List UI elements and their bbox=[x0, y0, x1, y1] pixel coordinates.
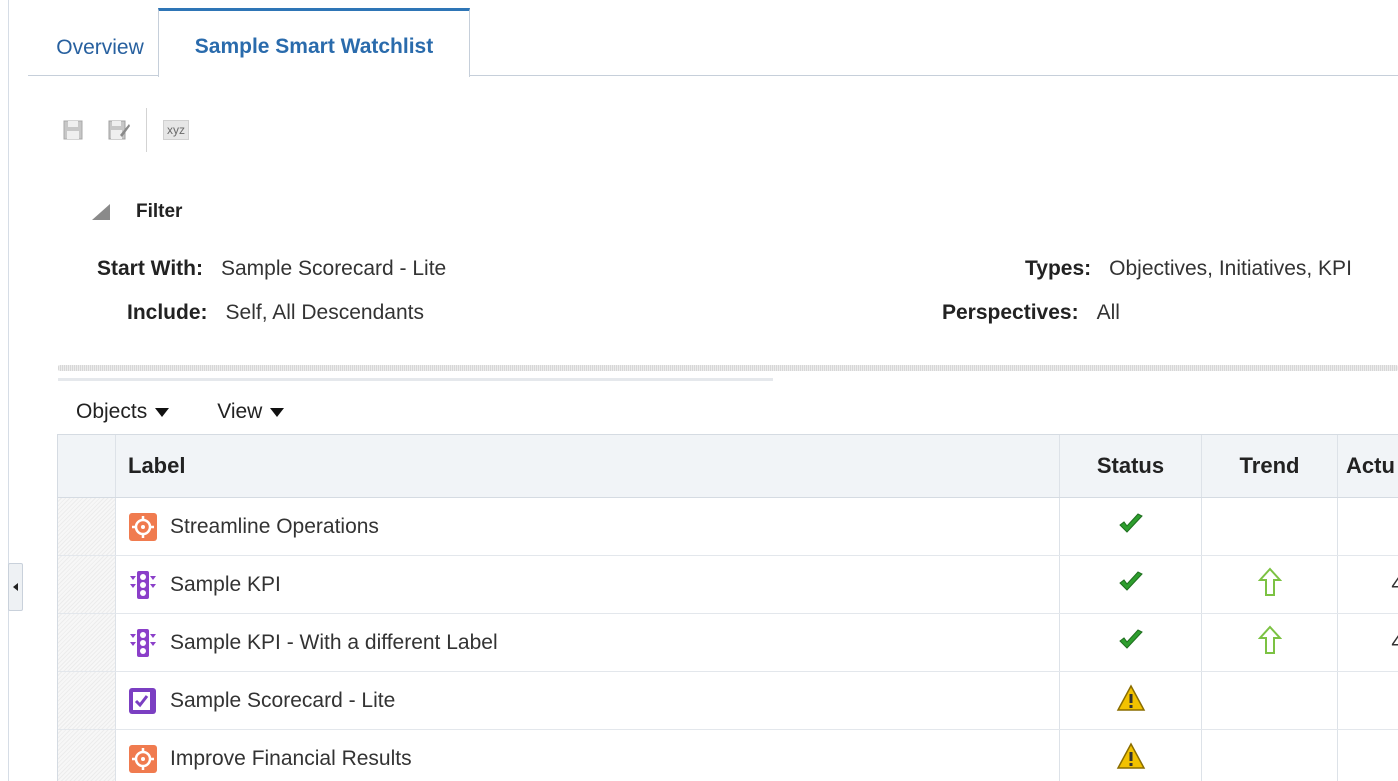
types-label: Types: bbox=[1025, 257, 1092, 280]
table-row[interactable]: Sample Scorecard - Lite bbox=[58, 672, 1398, 730]
trend-cell bbox=[1202, 614, 1338, 671]
actual-cell bbox=[1338, 672, 1398, 729]
save-button[interactable] bbox=[60, 117, 86, 143]
status-cell bbox=[1060, 614, 1202, 671]
save-icon bbox=[63, 120, 83, 140]
tab-bar: Overview Sample Smart Watchlist bbox=[28, 0, 1398, 77]
trend-cell bbox=[1202, 672, 1338, 729]
save-as-button[interactable] bbox=[106, 117, 132, 143]
actual-cell bbox=[1338, 730, 1398, 781]
tab-overview[interactable]: Overview bbox=[40, 20, 160, 76]
watchlist-table: Label Status Trend Actu Streamline Opera… bbox=[57, 434, 1398, 781]
filter-perspectives: Perspectives: All bbox=[942, 301, 1120, 325]
objective-icon bbox=[128, 744, 158, 774]
kpi-icon bbox=[128, 628, 158, 658]
trend-up-icon bbox=[1257, 625, 1282, 660]
collapse-triangle-icon bbox=[92, 204, 110, 220]
start-with-label: Start With: bbox=[97, 257, 203, 280]
warning-icon bbox=[1116, 741, 1146, 776]
row-label[interactable]: Streamline Operations bbox=[170, 515, 379, 539]
label-cell[interactable]: Sample Scorecard - Lite bbox=[116, 672, 1060, 729]
warning-icon bbox=[1116, 683, 1146, 718]
table-header: Label Status Trend Actu bbox=[58, 435, 1398, 498]
objects-menu[interactable]: Objects bbox=[76, 400, 170, 424]
row-label[interactable]: Sample KPI bbox=[170, 573, 281, 597]
row-label[interactable]: Sample Scorecard - Lite bbox=[170, 689, 395, 713]
table-row[interactable]: Improve Financial Results bbox=[58, 730, 1398, 781]
collapse-left-icon bbox=[13, 583, 18, 591]
status-cell bbox=[1060, 556, 1202, 613]
filter-start-with: Start With: Sample Scorecard - Lite bbox=[97, 257, 446, 281]
table-row[interactable]: Sample KPI 4 bbox=[58, 556, 1398, 614]
column-header-status[interactable]: Status bbox=[1060, 435, 1202, 497]
table-menubar: Objects View bbox=[76, 398, 332, 426]
save-as-icon bbox=[108, 120, 130, 140]
label-cell[interactable]: Streamline Operations bbox=[116, 498, 1060, 555]
panel-border bbox=[8, 0, 9, 781]
filter-heading: Filter bbox=[136, 201, 183, 222]
objective-icon bbox=[128, 512, 158, 542]
trend-cell bbox=[1202, 498, 1338, 555]
chevron-down-icon bbox=[155, 407, 170, 417]
types-value: Objectives, Initiatives, KPI bbox=[1109, 257, 1352, 280]
chevron-down-icon bbox=[270, 407, 285, 417]
actual-value: 4 bbox=[1391, 631, 1398, 655]
trend-up-icon bbox=[1257, 567, 1282, 602]
ok-check-icon bbox=[1116, 567, 1146, 602]
toolbar-separator bbox=[146, 108, 147, 152]
splitter-bar[interactable] bbox=[58, 365, 1398, 371]
status-cell bbox=[1060, 730, 1202, 781]
actual-cell bbox=[1338, 498, 1398, 555]
trend-cell bbox=[1202, 556, 1338, 613]
row-selector[interactable] bbox=[58, 498, 116, 555]
start-with-value: Sample Scorecard - Lite bbox=[220, 257, 447, 280]
actual-cell: 4 bbox=[1338, 556, 1398, 613]
toolbar: xyz bbox=[60, 108, 260, 152]
actual-value: 4 bbox=[1391, 573, 1398, 597]
actual-cell: 4 bbox=[1338, 614, 1398, 671]
filter-types: Types: Objectives, Initiatives, KPI bbox=[1025, 257, 1352, 281]
row-selector[interactable] bbox=[58, 730, 116, 781]
column-header-label[interactable]: Label bbox=[116, 435, 1060, 497]
row-selector[interactable] bbox=[58, 556, 116, 613]
table-row[interactable]: Sample KPI - With a different Label 4 bbox=[58, 614, 1398, 672]
perspectives-label: Perspectives: bbox=[942, 301, 1079, 324]
collapse-panel-button[interactable] bbox=[8, 563, 23, 611]
filter-include: Include: Self, All Descendants bbox=[127, 301, 424, 325]
scorecard-icon bbox=[128, 686, 158, 716]
label-cell[interactable]: Sample KPI bbox=[116, 556, 1060, 613]
rename-button[interactable]: xyz bbox=[163, 120, 189, 140]
row-label[interactable]: Sample KPI - With a different Label bbox=[170, 631, 498, 655]
row-selector-header bbox=[58, 435, 116, 497]
filter-toggle[interactable]: Filter bbox=[92, 198, 182, 226]
tab-sample-smart-watchlist[interactable]: Sample Smart Watchlist bbox=[158, 8, 470, 77]
left-panel-strip bbox=[0, 0, 28, 781]
status-cell bbox=[1060, 498, 1202, 555]
row-selector[interactable] bbox=[58, 614, 116, 671]
kpi-icon bbox=[128, 570, 158, 600]
trend-cell bbox=[1202, 730, 1338, 781]
objects-menu-label: Objects bbox=[76, 400, 148, 423]
row-label[interactable]: Improve Financial Results bbox=[170, 747, 412, 771]
view-menu-label: View bbox=[217, 400, 263, 423]
divider-line bbox=[58, 378, 773, 381]
table-row[interactable]: Streamline Operations bbox=[58, 498, 1398, 556]
ok-check-icon bbox=[1116, 509, 1146, 544]
include-value: Self, All Descendants bbox=[225, 301, 424, 324]
include-label: Include: bbox=[127, 301, 208, 324]
column-header-trend[interactable]: Trend bbox=[1202, 435, 1338, 497]
perspectives-value: All bbox=[1096, 301, 1120, 324]
row-selector[interactable] bbox=[58, 672, 116, 729]
status-cell bbox=[1060, 672, 1202, 729]
ok-check-icon bbox=[1116, 625, 1146, 660]
label-cell[interactable]: Sample KPI - With a different Label bbox=[116, 614, 1060, 671]
label-cell[interactable]: Improve Financial Results bbox=[116, 730, 1060, 781]
view-menu[interactable]: View bbox=[217, 400, 285, 424]
column-header-actual[interactable]: Actu bbox=[1338, 435, 1398, 497]
